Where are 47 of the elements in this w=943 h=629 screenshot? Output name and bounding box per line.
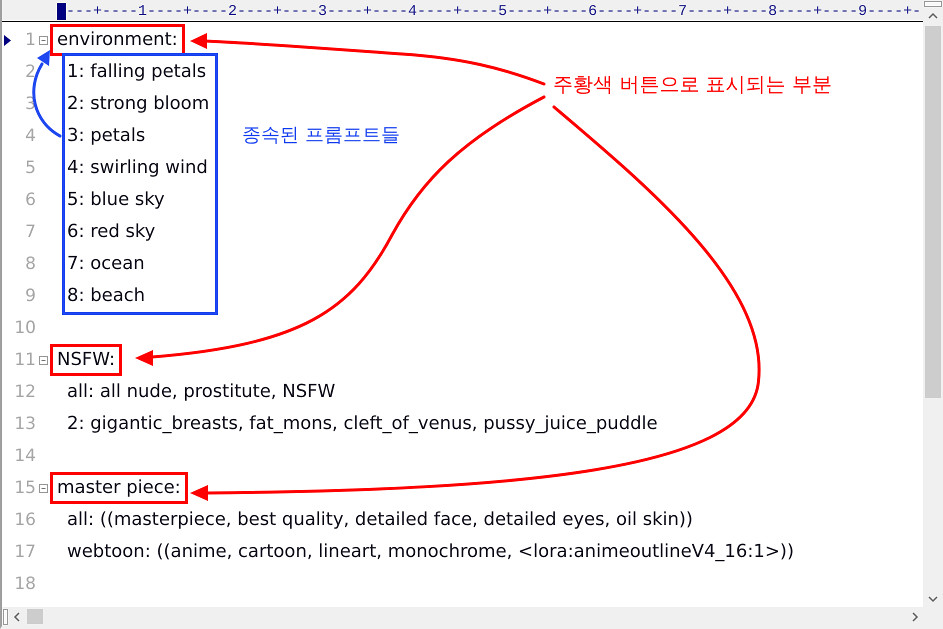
callout-label: 종속된 프롬프트들 [242, 126, 400, 145]
collapse-icon[interactable] [38, 356, 48, 364]
line-number: 10 [14, 320, 36, 336]
scroll-thumb[interactable] [27, 609, 43, 624]
collapse-icon[interactable] [38, 484, 48, 492]
chevron-down-icon [928, 594, 938, 602]
ruler-scale: ---+----1----+----2----+----3----+----4----+----5----+----6----+----7----+----8----+----9----+- [66, 3, 922, 20]
cursor-marker [57, 3, 66, 20]
line-number: 4 [25, 128, 36, 144]
line-text: environment: [57, 31, 178, 49]
line-number: 8 [25, 256, 36, 272]
line-text: 2: gigantic_breasts, fat_mons, cleft_of_venus, pussy_juice_puddle [67, 415, 658, 433]
callout-label: 주황색 버튼으로 표시되는 부분 [553, 74, 832, 94]
line-text: 8: beach [67, 287, 146, 305]
line-number: 13 [14, 416, 36, 432]
split-handle[interactable] [3, 608, 8, 624]
line-number: 5 [25, 160, 36, 176]
line-text: 4: swirling wind [67, 159, 208, 177]
line-text: all: all nude, prostitute, NSFW [67, 383, 336, 401]
collapse-icon[interactable] [38, 36, 48, 44]
chevron-left-icon [12, 612, 20, 622]
line-number: 15 [14, 480, 36, 496]
line-text: 6: red sky [67, 223, 156, 241]
chevron-up-icon [928, 12, 938, 20]
line-text: 1: falling petals [67, 63, 206, 81]
line-text: master piece: [57, 479, 181, 497]
line-number: 17 [14, 544, 36, 560]
line-number: 16 [14, 512, 36, 528]
scroll-thumb[interactable] [925, 26, 941, 398]
line-number: 6 [25, 192, 36, 208]
line-number: 7 [25, 224, 36, 240]
line-text: all: ((masterpiece, best quality, detailed face, detailed eyes, oil skin)) [67, 511, 693, 529]
line-text: webtoon: ((anime, cartoon, lineart, monochrome, <lora:animeoutlineV4_16:1>)) [67, 543, 794, 561]
split-handle[interactable] [924, 1, 942, 7]
line-text: 5: blue sky [67, 191, 165, 209]
line-number: 2 [25, 64, 36, 80]
line-text: 7: ocean [67, 255, 145, 273]
line-text: NSFW: [57, 351, 116, 369]
line-number: 1 [25, 32, 36, 48]
line-text: 2: strong bloom [67, 95, 210, 113]
line-number: 11 [14, 352, 36, 368]
chevron-right-icon [910, 612, 918, 622]
line-number: 9 [25, 288, 36, 304]
line-text: 3: petals [67, 127, 146, 145]
line-number: 14 [14, 448, 36, 464]
line-number: 18 [14, 576, 36, 592]
line-number: 12 [14, 384, 36, 400]
